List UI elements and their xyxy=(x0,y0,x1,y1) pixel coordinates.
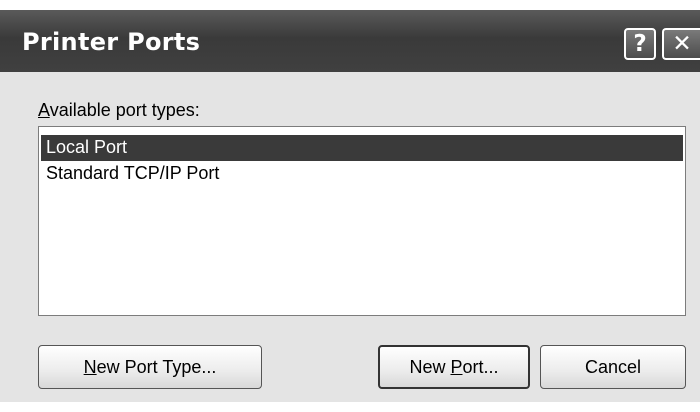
cancel-button[interactable]: Cancel xyxy=(540,345,686,389)
printer-ports-dialog: Printer Ports ? ✕ Available port types: … xyxy=(0,10,700,402)
available-port-types-label: Available port types: xyxy=(38,100,200,121)
new-port-type-label: ew Port Type... xyxy=(96,357,217,377)
help-icon[interactable]: ? xyxy=(624,28,656,60)
list-item-local-port[interactable]: Local Port xyxy=(41,135,683,161)
close-icon[interactable]: ✕ xyxy=(662,28,700,60)
new-port-type-button[interactable]: New Port Type... xyxy=(38,345,262,389)
new-port-button[interactable]: New Port... xyxy=(378,345,530,389)
new-port-label-pre: New xyxy=(409,357,451,377)
label-text: vailable port types: xyxy=(49,100,200,120)
new-port-type-accelerator: N xyxy=(83,357,97,377)
list-item-standard-tcpip-port[interactable]: Standard TCP/IP Port xyxy=(41,161,683,187)
port-types-listbox[interactable]: Local Port Standard TCP/IP Port xyxy=(38,126,686,316)
title-bar[interactable]: Printer Ports ? ✕ xyxy=(0,10,700,72)
new-port-accelerator: P xyxy=(450,357,463,377)
label-accelerator: A xyxy=(38,100,50,120)
dialog-title: Printer Ports xyxy=(22,28,201,56)
new-port-label-rest: ort... xyxy=(462,357,499,377)
